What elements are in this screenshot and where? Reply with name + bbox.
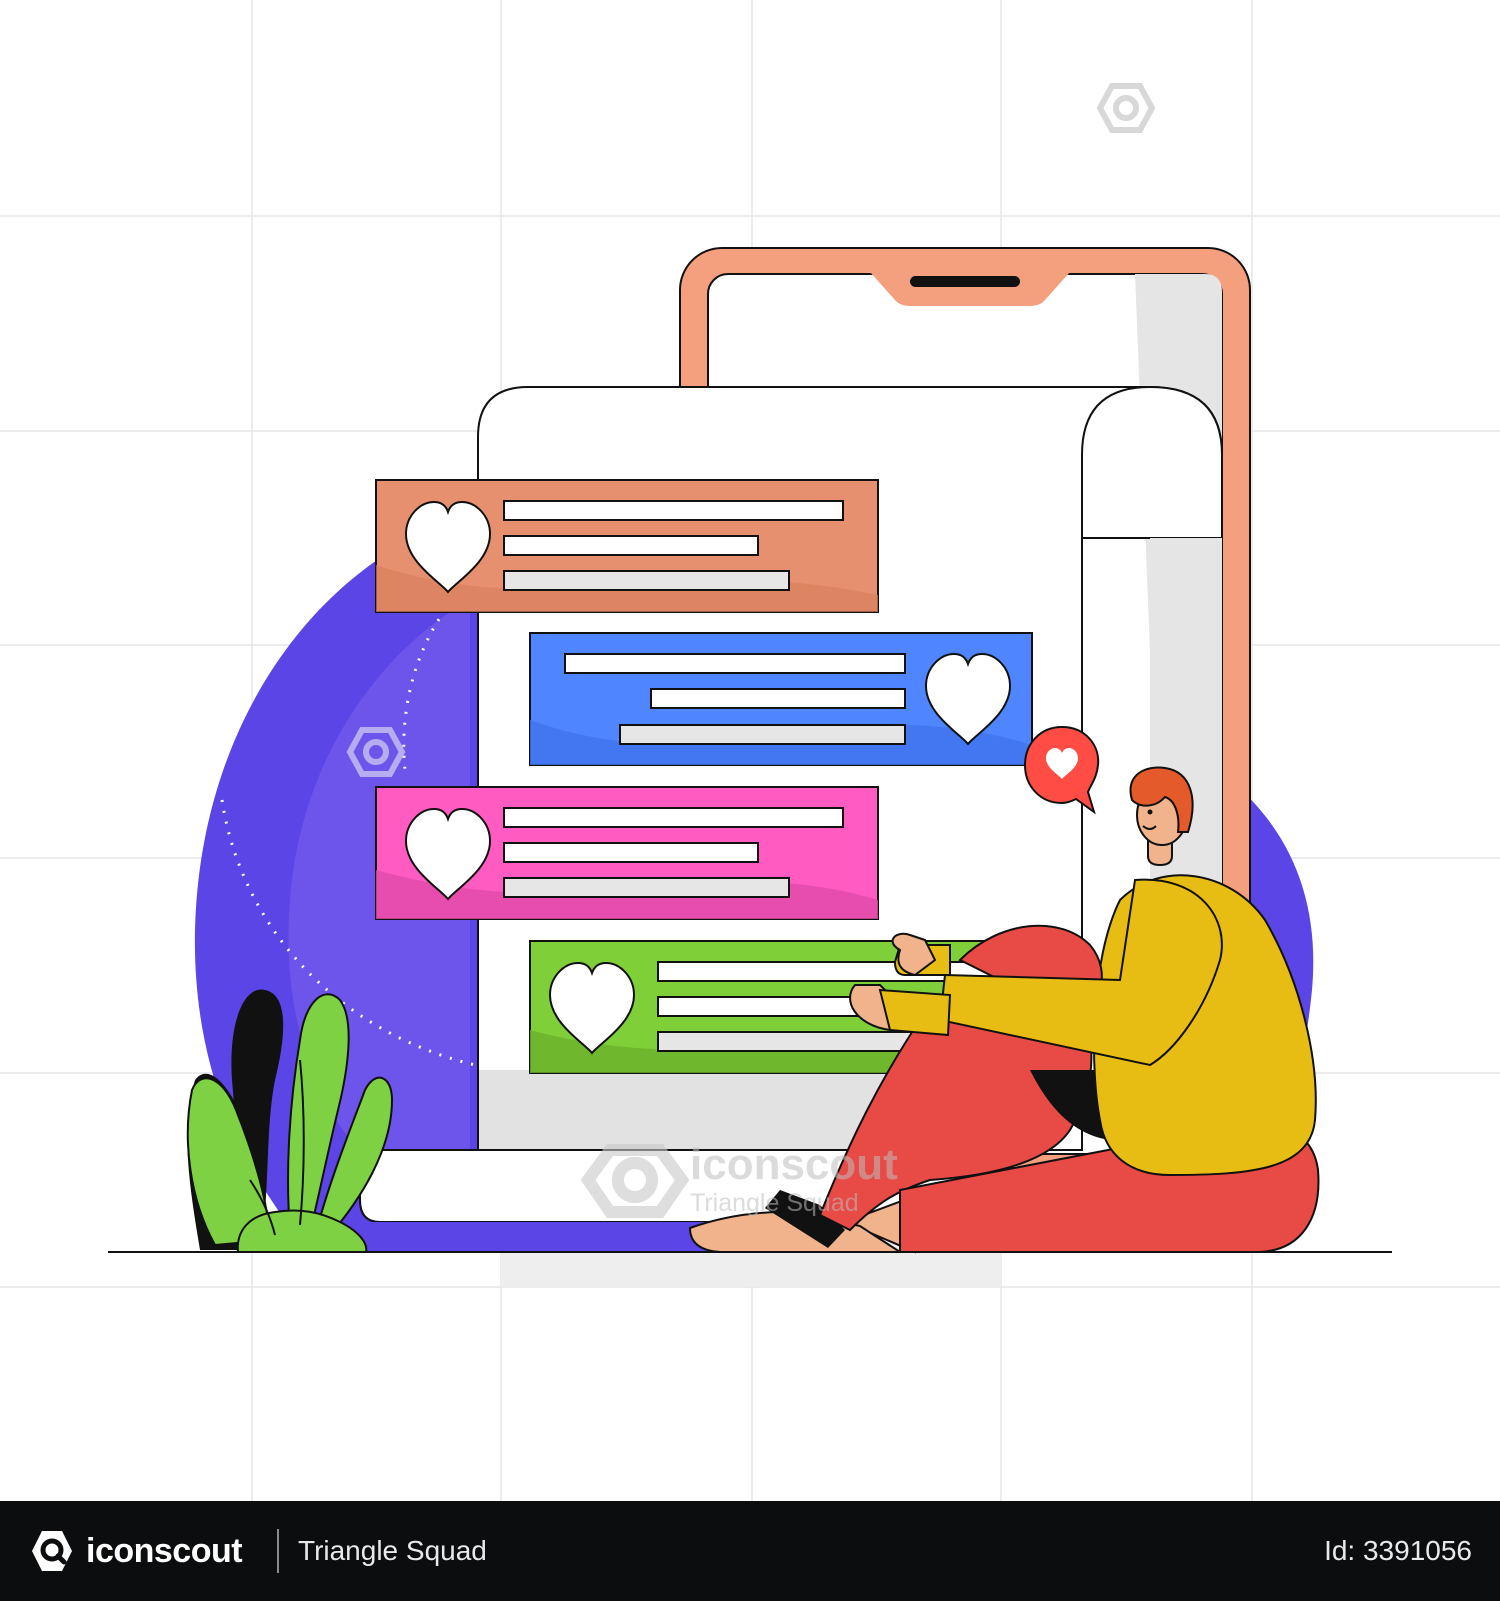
brand-link[interactable]: iconscout bbox=[28, 1527, 243, 1575]
message-card-orange bbox=[375, 479, 879, 613]
author-name[interactable]: Triangle Squad bbox=[298, 1533, 487, 1569]
watermark-logo-icon bbox=[1096, 83, 1156, 133]
message-card-pink bbox=[375, 786, 879, 920]
watermark-author: Triangle Squad bbox=[690, 1189, 859, 1217]
watermark-text: iconscout Triangle Squad bbox=[690, 1142, 898, 1218]
asset-id: Id: 3391056 bbox=[1324, 1535, 1472, 1566]
iconscout-logo-icon bbox=[32, 1531, 72, 1571]
watermark-brand: iconscout bbox=[690, 1140, 898, 1189]
message-card-blue bbox=[529, 632, 1033, 766]
illustration bbox=[0, 0, 1500, 1501]
footer-divider bbox=[277, 1529, 279, 1573]
brand-name: iconscout bbox=[86, 1531, 243, 1570]
footer-bar: iconscout Triangle Squad Id: 3391056 bbox=[0, 1501, 1500, 1601]
